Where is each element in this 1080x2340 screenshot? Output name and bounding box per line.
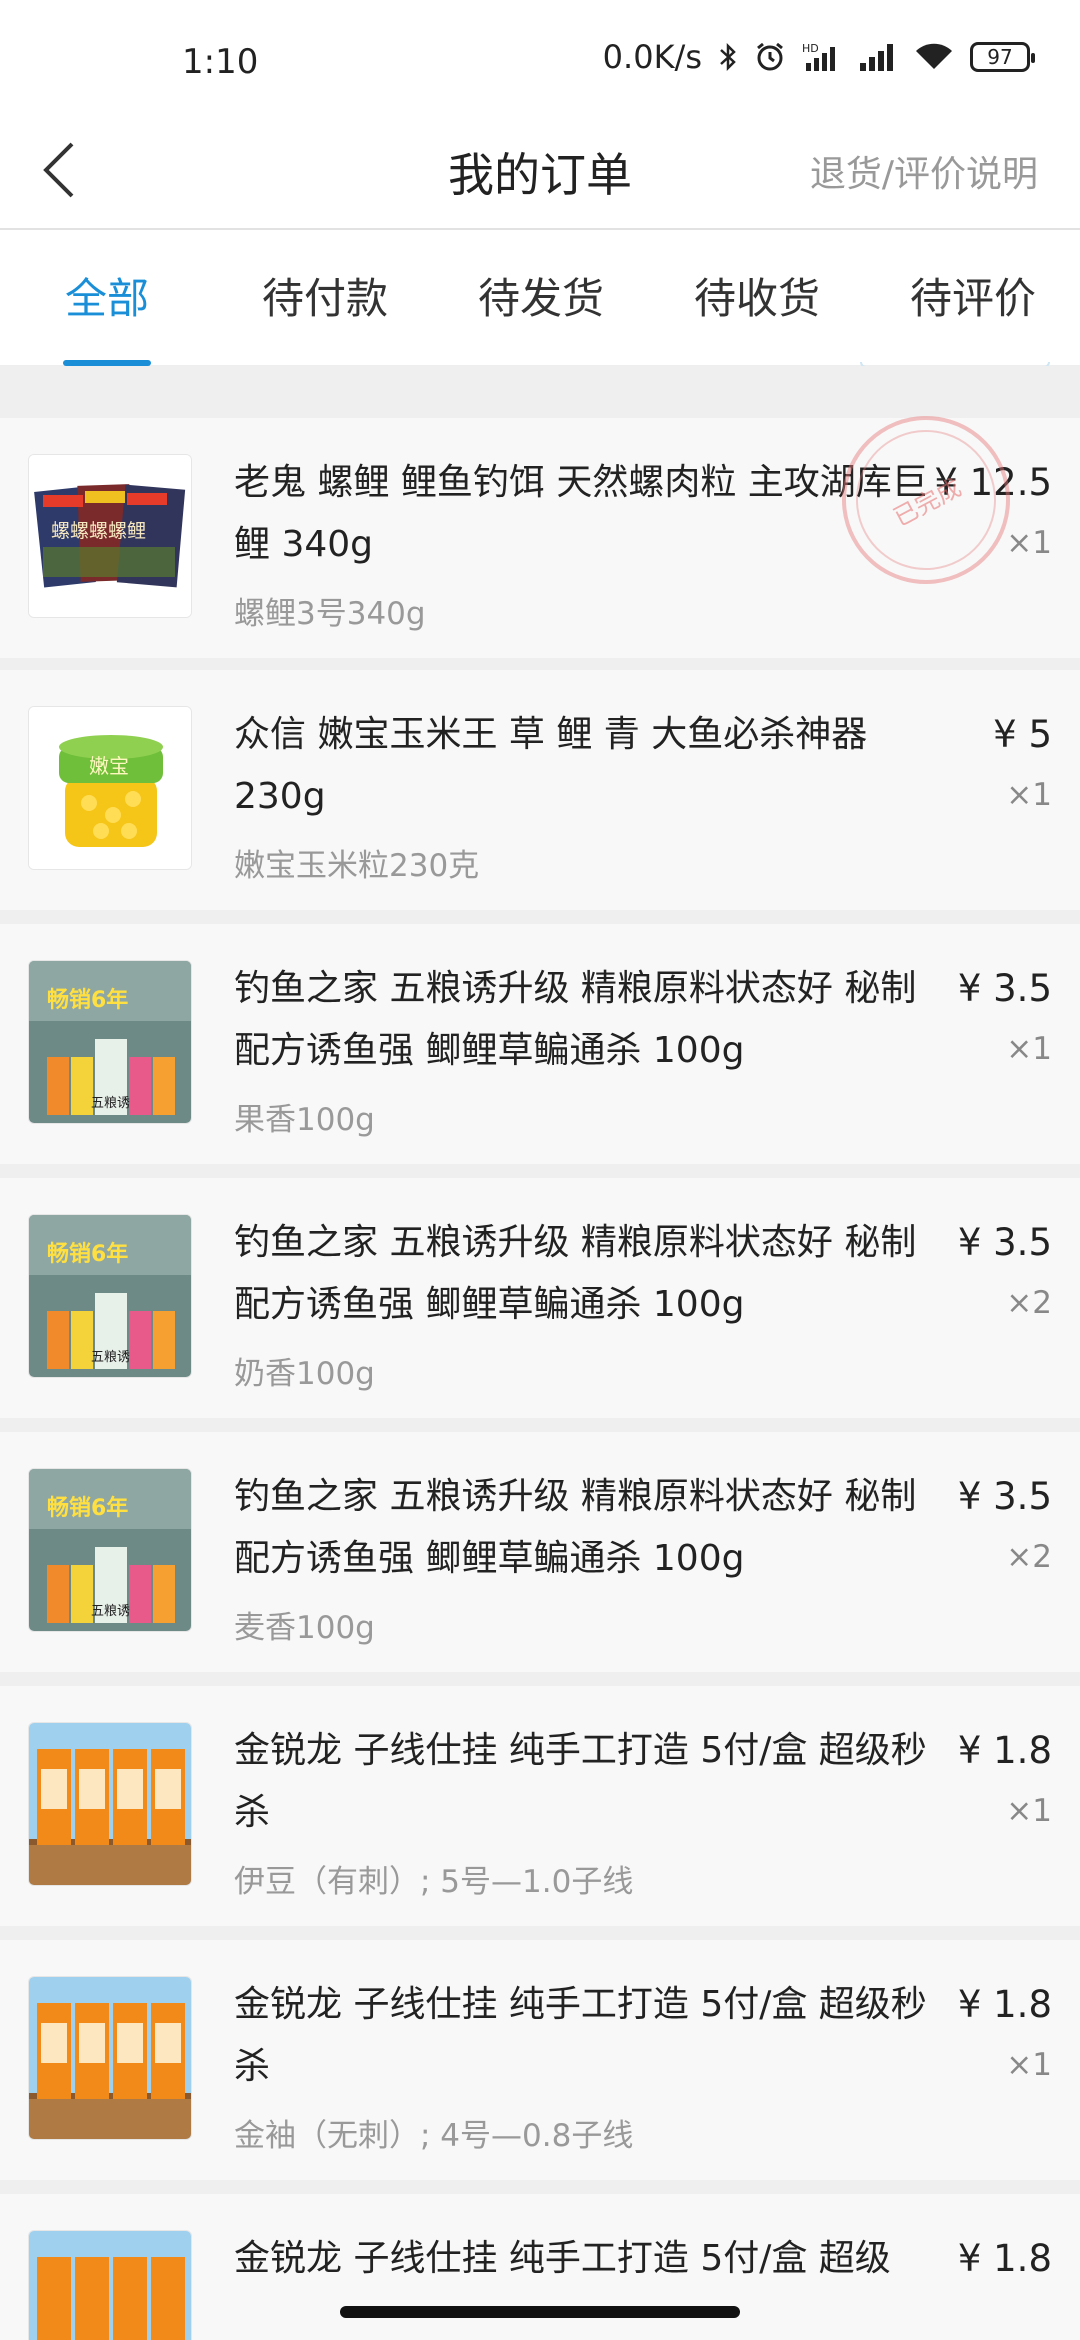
product-quantity: ×1: [1006, 2047, 1052, 2083]
product-name: 金锐龙 子线仕挂 纯手工打造 5付/盒 超级秒杀: [234, 1984, 927, 2087]
order-item[interactable]: 金锐龙 子线仕挂 纯手工打造 5付/盒 超级 ¥ 1.8: [0, 2194, 1080, 2340]
tab-pending-payment[interactable]: 待付款: [250, 232, 400, 366]
product-name: 钓鱼之家 五粮诱升级 精粮原料状态好 秘制配方诱鱼强 鲫鲤草鳊通杀 100g: [234, 1476, 917, 1579]
chevron-left-icon: [43, 142, 74, 198]
return-review-info-link[interactable]: 退货/评价说明: [810, 130, 1038, 220]
product-name: 金锐龙 子线仕挂 纯手工打造 5付/盒 超级秒杀: [234, 1730, 927, 1833]
svg-text:HD: HD: [802, 42, 819, 55]
product-thumbnail: [28, 1976, 192, 2140]
product-price: ¥ 5: [993, 713, 1052, 756]
back-button[interactable]: [40, 130, 100, 210]
grain-badge-text: 畅销6年: [47, 1241, 128, 1267]
status-icons: 0.0K/s HD 97: [602, 38, 1035, 76]
status-bar: 1:10 0.0K/s HD 97: [0, 0, 1080, 120]
wifi-icon: [914, 41, 954, 73]
product-quantity: ×1: [1006, 777, 1052, 813]
grain-label-text: 五粮诱: [91, 1604, 130, 1619]
product-spec: 螺鲤3号340g: [234, 596, 426, 632]
tab-all[interactable]: 全部: [40, 232, 174, 366]
tab-pending-receipt[interactable]: 待收货: [682, 232, 832, 366]
tab-pending-review[interactable]: 待评价: [898, 232, 1048, 366]
product-thumbnail: 嫩宝: [28, 706, 192, 870]
order-item[interactable]: 畅销6年 五粮诱 钓鱼之家 五粮诱升级 精粮原料状态好 秘制配方诱鱼强 鲫鲤草鳊…: [0, 1432, 1080, 1672]
status-time: 1:10: [182, 42, 259, 82]
order-item[interactable]: 嫩宝 众信 嫩宝玉米王 草 鲤 青 大鱼必杀神器 230g 嫩宝玉米粒230克 …: [0, 670, 1080, 910]
product-thumbnail: 畅销6年 五粮诱: [28, 1214, 192, 1378]
header-bar: 我的订单 退货/评价说明: [0, 120, 1080, 230]
product-price: ¥ 1.8: [957, 2237, 1052, 2280]
product-price: ¥ 1.8: [957, 1983, 1052, 2026]
product-spec: 果香100g: [234, 1102, 375, 1138]
product-quantity: ×1: [1006, 525, 1052, 561]
network-speed: 0.0K/s: [602, 38, 702, 76]
product-spec: 金袖（无刺）; 4号—0.8子线: [234, 2118, 634, 2154]
product-price: ¥ 3.5: [957, 1475, 1052, 1518]
product-thumbnail: 畅销6年 五粮诱: [28, 1468, 192, 1632]
tab-pending-shipment[interactable]: 待发货: [466, 232, 616, 366]
product-name: 金锐龙 子线仕挂 纯手工打造 5付/盒 超级: [234, 2238, 891, 2279]
grain-badge-text: 畅销6年: [47, 987, 128, 1013]
product-thumbnail: [28, 2230, 192, 2340]
hd-signal-icon: HD: [802, 41, 842, 73]
product-price: ¥ 3.5: [957, 1221, 1052, 1264]
product-quantity: ×1: [1006, 1793, 1052, 1829]
alarm-icon: [754, 41, 786, 73]
product-quantity: ×1: [1006, 1031, 1052, 1067]
product-quantity: ×2: [1006, 1285, 1052, 1321]
order-item[interactable]: 金锐龙 子线仕挂 纯手工打造 5付/盒 超级秒杀 伊豆（有刺）; 5号—1.0子…: [0, 1686, 1080, 1926]
product-spec: 麦香100g: [234, 1610, 375, 1646]
product-spec: 嫩宝玉米粒230克: [234, 848, 480, 884]
product-thumbnail: [28, 1722, 192, 1886]
product-name: 钓鱼之家 五粮诱升级 精粮原料状态好 秘制配方诱鱼强 鲫鲤草鳊通杀 100g: [234, 968, 917, 1071]
grain-label-text: 五粮诱: [91, 1096, 130, 1111]
product-price: ¥ 1.8: [957, 1729, 1052, 1772]
battery-icon: 97: [970, 42, 1035, 72]
signal-icon: [858, 41, 898, 73]
corn-jar-text: 嫩宝: [89, 754, 129, 778]
order-item[interactable]: 金锐龙 子线仕挂 纯手工打造 5付/盒 超级秒杀 金袖（无刺）; 4号—0.8子…: [0, 1940, 1080, 2180]
order-status-tabs: 全部 待付款 待发货 待收货 待评价: [0, 232, 1080, 366]
product-name: 钓鱼之家 五粮诱升级 精粮原料状态好 秘制配方诱鱼强 鲫鲤草鳊通杀 100g: [234, 1222, 917, 1325]
grain-badge-text: 畅销6年: [47, 1495, 128, 1521]
product-price: ¥ 3.5: [957, 967, 1052, 1010]
product-name: 老鬼 螺鲤 鲤鱼钓饵 天然螺肉粒 主攻湖库巨鲤 340g: [234, 462, 928, 565]
product-thumbnail: 螺螺螺螺鲤: [28, 454, 192, 618]
order-item[interactable]: 畅销6年 五粮诱 钓鱼之家 五粮诱升级 精粮原料状态好 秘制配方诱鱼强 鲫鲤草鳊…: [0, 1178, 1080, 1418]
product-spec: 伊豆（有刺）; 5号—1.0子线: [234, 1864, 634, 1900]
order-item[interactable]: 畅销6年 五粮诱 钓鱼之家 五粮诱升级 精粮原料状态好 秘制配方诱鱼强 鲫鲤草鳊…: [0, 924, 1080, 1164]
product-spec: 奶香100g: [234, 1356, 375, 1392]
product-name: 众信 嫩宝玉米王 草 鲤 青 大鱼必杀神器 230g: [234, 714, 868, 817]
bait-bag-text: 螺螺螺螺鲤: [51, 520, 146, 542]
product-quantity: ×2: [1006, 1539, 1052, 1575]
bluetooth-icon: [718, 41, 738, 73]
grain-label-text: 五粮诱: [91, 1350, 130, 1365]
product-thumbnail: 畅销6年 五粮诱: [28, 960, 192, 1124]
home-indicator[interactable]: [340, 2306, 740, 2318]
